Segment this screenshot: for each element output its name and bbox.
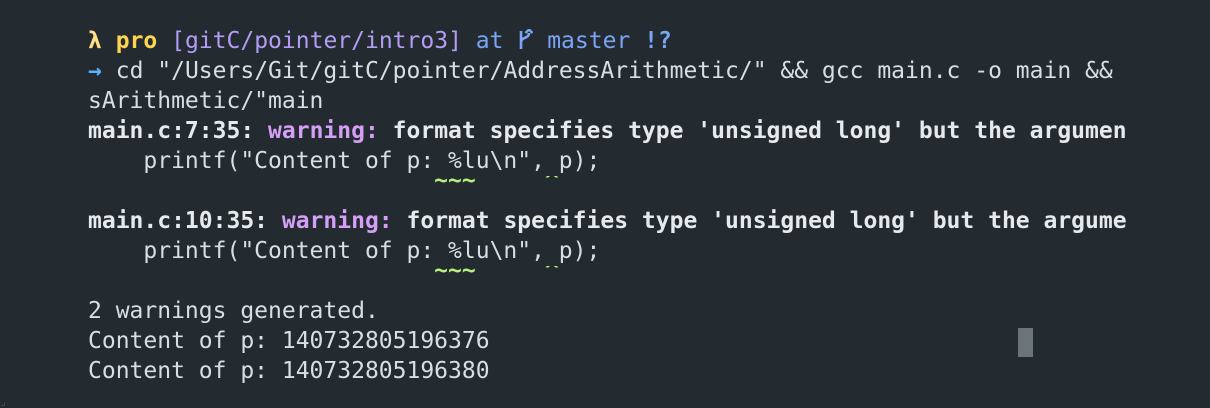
warning-line-2: main.c:10:35: warning: format specifies …	[88, 206, 1210, 236]
warning-line-1: main.c:7:35: warning: format specifies t…	[88, 116, 1210, 146]
output-line: Content of p: 140732805196376	[88, 328, 490, 354]
lambda-icon: λ	[88, 28, 102, 54]
warning-markers-2: ~~~ ^	[88, 266, 1210, 296]
prompt-status: !?	[644, 28, 672, 54]
command-continuation: sArithmetic/"main	[88, 88, 324, 114]
shell-prompt: λ pro [gitC/pointer/intro3] at master !?	[88, 26, 1210, 56]
warning-label: warning:	[281, 208, 393, 234]
warning-label: warning:	[268, 118, 379, 144]
warning-message: format specifies type 'unsigned long' bu…	[406, 208, 1127, 234]
squiggle-marker: ~~~ ^	[88, 266, 559, 284]
prompt-at: at	[475, 28, 504, 54]
squiggle-marker: ~~~ ^	[88, 176, 559, 194]
terminal-window[interactable]: λ pro [gitC/pointer/intro3] at master !?…	[0, 0, 1210, 408]
resize-corner-icon[interactable]: ⌟	[0, 398, 8, 408]
warning-code-1: printf("Content of p: %lu\n", p);	[88, 148, 601, 174]
warning-message: format specifies type 'unsigned long' bu…	[392, 118, 1127, 144]
terminal-output: λ pro [gitC/pointer/intro3] at master !?…	[88, 26, 1210, 386]
git-branch-icon	[517, 27, 534, 54]
command-text: cd "/Users/Git/gitC/pointer/AddressArith…	[115, 58, 1127, 84]
prompt-branch: master	[547, 28, 631, 54]
warning-markers-1: ~~~ ^	[88, 176, 1210, 206]
prompt-user: pro	[115, 28, 158, 54]
terminal-cursor	[1018, 328, 1033, 357]
output-line: 2 warnings generated.	[88, 298, 379, 324]
arrow-icon: →	[88, 58, 102, 84]
command-line: → cd "/Users/Git/gitC/pointer/AddressAri…	[88, 56, 1210, 86]
prompt-path: [gitC/pointer/intro3]	[171, 28, 462, 54]
output-line: Content of p: 140732805196380	[88, 358, 490, 384]
warning-location: main.c:10:35:	[88, 208, 269, 234]
warning-location: main.c:7:35:	[88, 118, 255, 144]
warning-code-2: printf("Content of p: %lu\n", p);	[88, 238, 601, 264]
